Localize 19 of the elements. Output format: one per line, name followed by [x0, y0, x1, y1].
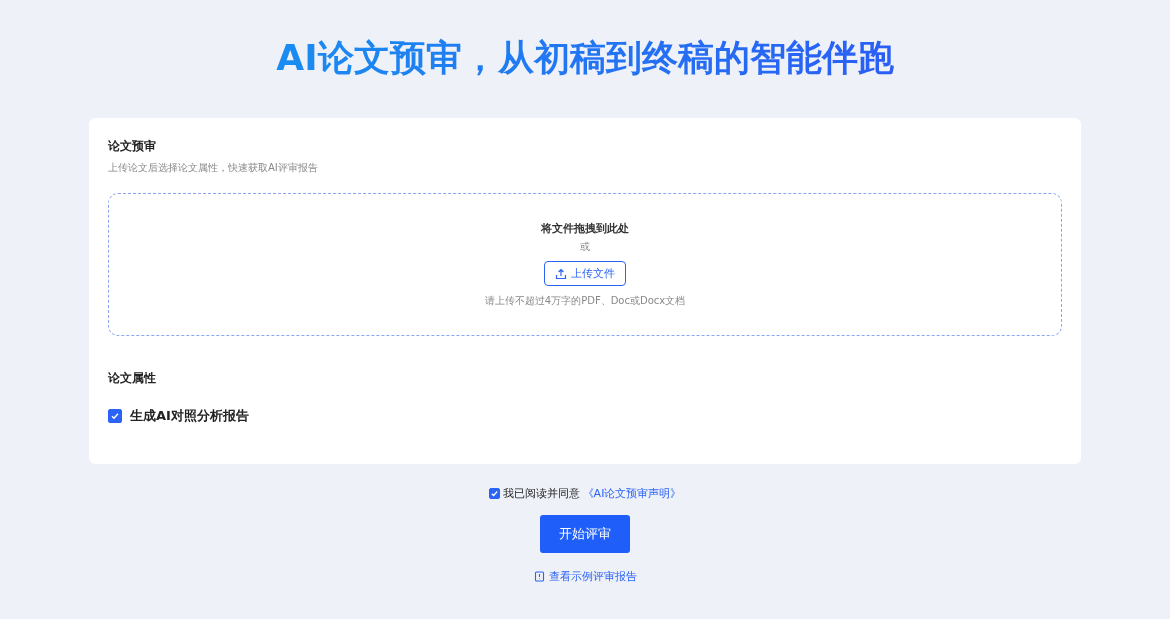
section-subtitle: 上传论文后选择论文属性，快速获取AI评审报告	[108, 161, 319, 175]
upload-icon	[555, 267, 567, 280]
sample-report-link[interactable]: 查看示例评审报告	[533, 569, 637, 584]
check-icon	[110, 411, 120, 421]
statement-link[interactable]: 《AI论文预审声明》	[582, 486, 682, 501]
check-icon	[489, 489, 499, 498]
section-title: 论文预审	[108, 138, 157, 155]
or-text: 或	[580, 240, 590, 254]
document-icon	[533, 571, 545, 582]
option-label: 生成AI对照分析报告	[130, 407, 249, 425]
upload-file-button[interactable]: 上传文件	[544, 261, 626, 286]
section-title: 论文属性	[108, 370, 157, 387]
start-review-button[interactable]: 开始评审	[540, 515, 630, 553]
file-drop-zone[interactable]: 将文件拖拽到此处 或 上传文件 请上传不超过4万字的PDF、Doc或Docx文档	[108, 193, 1062, 336]
upload-hint: 请上传不超过4万字的PDF、Doc或Docx文档	[484, 294, 686, 308]
agreement-checkbox[interactable]	[488, 488, 500, 499]
drop-instruction: 将文件拖拽到此处	[541, 221, 629, 236]
agreement-text: 我已阅读并同意	[502, 486, 580, 501]
checkbox[interactable]	[108, 409, 122, 423]
